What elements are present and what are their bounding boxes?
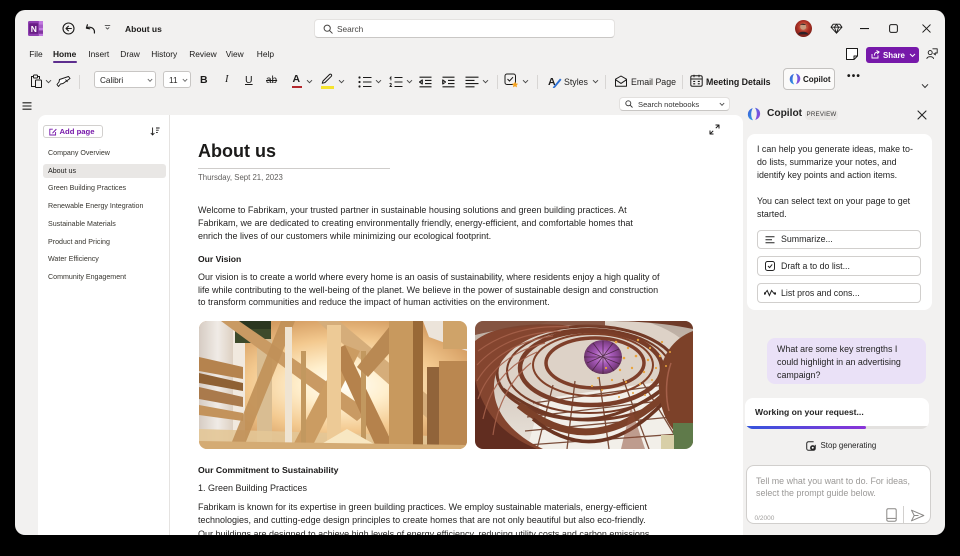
svg-text:N: N — [31, 24, 37, 34]
